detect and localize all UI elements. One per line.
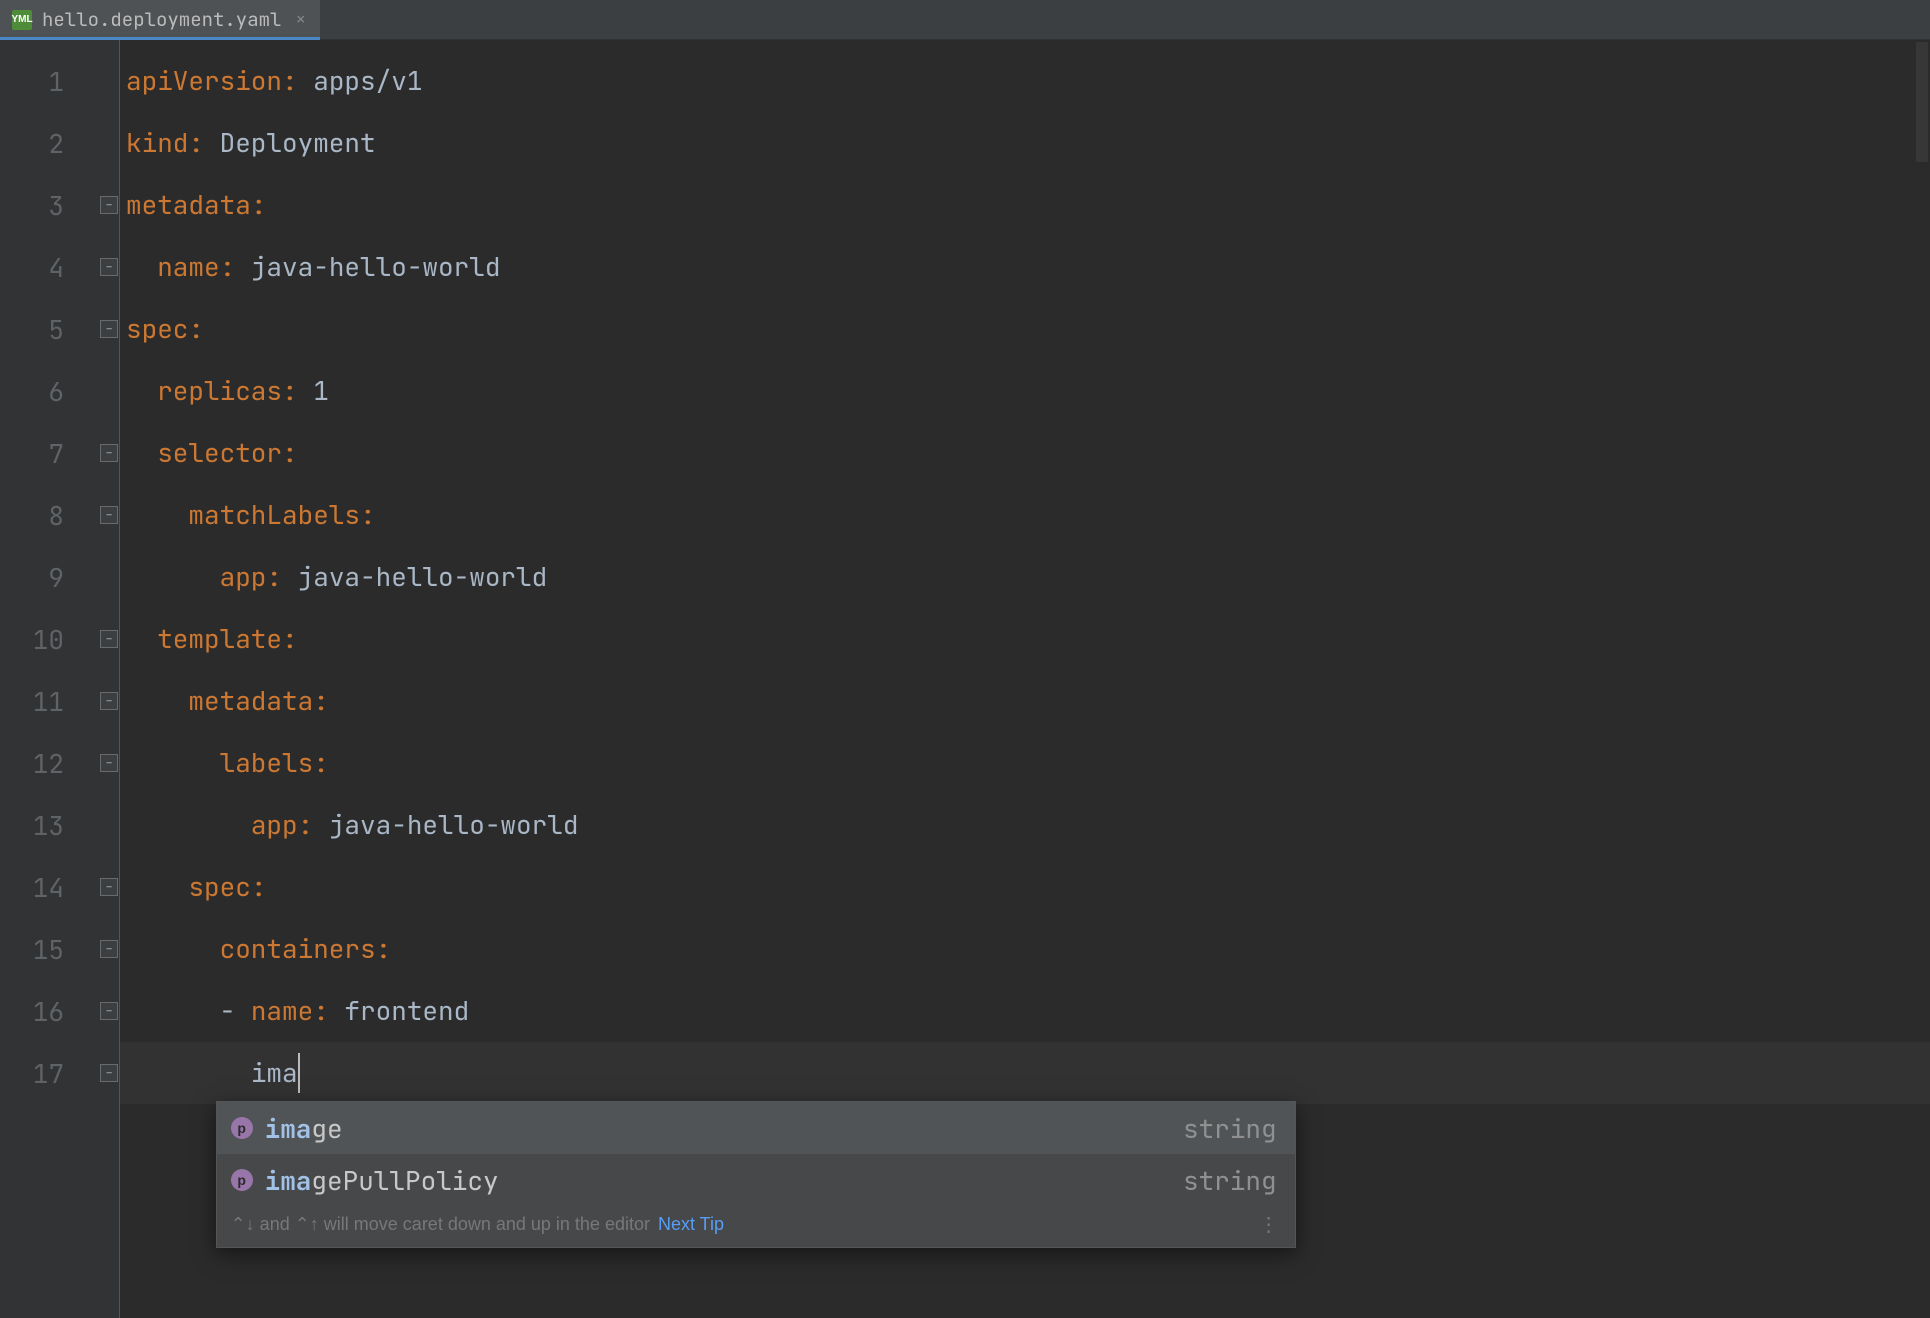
gutter-line: 5 (0, 298, 120, 360)
code-line[interactable]: metadata: (120, 174, 1930, 236)
code-line[interactable]: app: java-hello-world (120, 794, 1930, 856)
yaml-key: template (157, 621, 282, 656)
gutter-line: 14 (0, 856, 120, 918)
yaml-value: 1 (313, 373, 329, 408)
code-line[interactable]: apiVersion: apps/v1 (120, 50, 1930, 112)
property-icon: p (231, 1169, 253, 1191)
code-line[interactable]: matchLabels: (120, 484, 1930, 546)
gutter-line: 2 (0, 112, 120, 174)
yaml-key: app (251, 807, 298, 842)
tab-active[interactable]: YML hello.deployment.yaml × (0, 0, 320, 39)
fold-marker-icon[interactable] (100, 320, 118, 338)
completion-type: string (1183, 1163, 1277, 1198)
fold-marker-icon[interactable] (100, 754, 118, 772)
completion-item[interactable]: p imagePullPolicy string (217, 1154, 1295, 1206)
code-line[interactable]: ima (120, 1042, 1930, 1104)
code-line[interactable]: kind: Deployment (120, 112, 1930, 174)
yaml-value: java-hello-world (251, 249, 501, 284)
code-line[interactable]: app: java-hello-world (120, 546, 1930, 608)
yaml-value: java-hello-world (298, 559, 548, 594)
yaml-key: selector (157, 435, 282, 470)
fold-marker-icon[interactable] (100, 940, 118, 958)
gutter-line: 13 (0, 794, 120, 856)
yaml-key: kind (126, 125, 188, 160)
code-line[interactable]: name: java-hello-world (120, 236, 1930, 298)
gutter-line: 6 (0, 360, 120, 422)
yaml-key: spec (188, 869, 250, 904)
gutter-line: 9 (0, 546, 120, 608)
hint-text: ⌃↓ and ⌃↑ will move caret down and up in… (231, 1214, 650, 1235)
fold-marker-icon[interactable] (100, 506, 118, 524)
gutter: 1234567891011121314151617 (0, 40, 120, 1318)
gutter-line: 3 (0, 174, 120, 236)
fold-marker-icon[interactable] (100, 1002, 118, 1020)
code-line[interactable]: - name: frontend (120, 980, 1930, 1042)
code-line[interactable]: spec: (120, 856, 1930, 918)
fold-marker-icon[interactable] (100, 630, 118, 648)
yaml-value: java-hello-world (329, 807, 579, 842)
gutter-line: 12 (0, 732, 120, 794)
gutter-line: 17 (0, 1042, 120, 1104)
code-line[interactable]: labels: (120, 732, 1930, 794)
code-line[interactable]: selector: (120, 422, 1930, 484)
completion-popup[interactable]: pimagestringpimagePullPolicystring⌃↓ and… (216, 1101, 1296, 1248)
gutter-line: 1 (0, 50, 120, 112)
more-icon[interactable]: ⋮ (1259, 1212, 1281, 1237)
yaml-key: matchLabels (188, 497, 360, 532)
yaml-value: apps/v1 (313, 63, 422, 98)
gutter-line: 8 (0, 484, 120, 546)
yaml-key: replicas (157, 373, 282, 408)
completion-type: string (1183, 1111, 1277, 1146)
yaml-file-icon: YML (12, 10, 32, 30)
fold-marker-icon[interactable] (100, 878, 118, 896)
code-line[interactable]: spec: (120, 298, 1930, 360)
yaml-key: spec (126, 311, 188, 346)
code-line[interactable]: metadata: (120, 670, 1930, 732)
code-line[interactable]: replicas: 1 (120, 360, 1930, 422)
yaml-key: app (220, 559, 267, 594)
fold-marker-icon[interactable] (100, 692, 118, 710)
yaml-key: labels (220, 745, 314, 780)
gutter-line: 11 (0, 670, 120, 732)
fold-marker-icon[interactable] (100, 258, 118, 276)
completion-label: imagePullPolicy (265, 1163, 1171, 1198)
yaml-key: metadata (188, 683, 313, 718)
code-line[interactable]: containers: (120, 918, 1930, 980)
yaml-key: containers (220, 931, 376, 966)
property-icon: p (231, 1117, 253, 1139)
yaml-value: frontend (344, 993, 469, 1028)
gutter-line: 15 (0, 918, 120, 980)
fold-marker-icon[interactable] (100, 1064, 118, 1082)
tab-bar: YML hello.deployment.yaml × (0, 0, 1930, 40)
yaml-key: name (157, 249, 219, 284)
yaml-key: name (251, 993, 313, 1028)
gutter-line: 16 (0, 980, 120, 1042)
gutter-line: 7 (0, 422, 120, 484)
yaml-value: Deployment (220, 125, 376, 160)
yaml-key: metadata (126, 187, 251, 222)
yaml-key: apiVersion (126, 63, 282, 98)
completion-hint: ⌃↓ and ⌃↑ will move caret down and up in… (217, 1206, 1295, 1247)
completion-item[interactable]: pimage string (217, 1102, 1295, 1154)
caret (298, 1053, 300, 1093)
completion-label: image (265, 1111, 1171, 1146)
code-line[interactable]: template: (120, 608, 1930, 670)
partial-token: ima (251, 1055, 298, 1090)
gutter-line: 10 (0, 608, 120, 670)
gutter-line: 4 (0, 236, 120, 298)
next-tip-link[interactable]: Next Tip (658, 1214, 724, 1235)
tab-filename: hello.deployment.yaml (42, 7, 281, 32)
close-icon[interactable]: × (295, 11, 306, 29)
fold-marker-icon[interactable] (100, 196, 118, 214)
fold-marker-icon[interactable] (100, 444, 118, 462)
